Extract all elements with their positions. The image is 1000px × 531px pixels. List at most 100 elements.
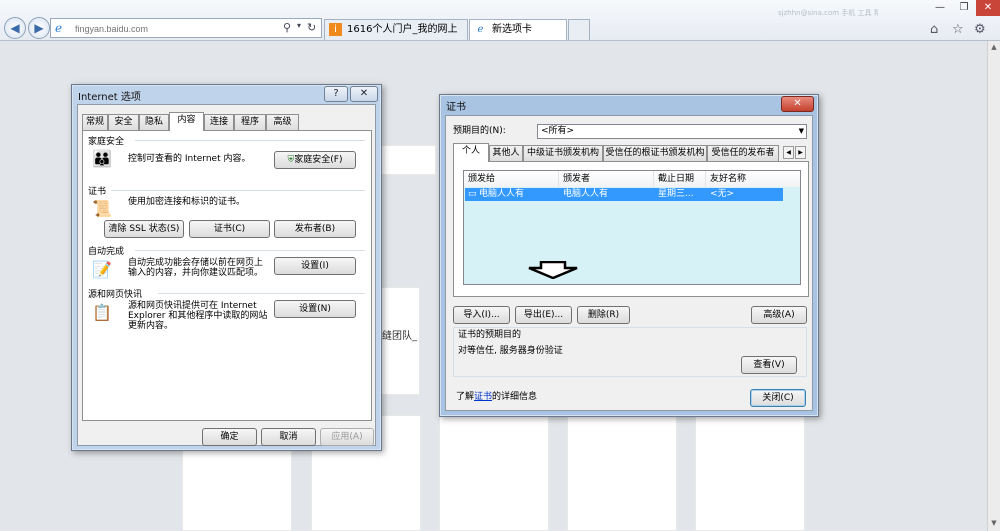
cancel-button[interactable]: 取消 xyxy=(261,428,316,446)
forward-icon[interactable]: ▶ xyxy=(28,17,50,39)
feeds-desc-1: 源和网页快讯提供可在 Internet xyxy=(128,301,257,311)
cell-friendly-name: <无> xyxy=(710,189,735,199)
tab-advanced[interactable]: 高级 xyxy=(266,114,299,130)
cell-issued-by: 电脑人人有 xyxy=(563,189,609,199)
autocomplete-desc-2: 输入的内容，并向你建议匹配项。 xyxy=(128,268,264,278)
dialog-body: 预期目的(N): <所有> ▼ 个人 其他人 中级证书颁发机构 受信任的根证书颁… xyxy=(445,115,813,411)
purpose-select[interactable]: <所有> ▼ xyxy=(537,124,807,139)
column-issued-to[interactable]: 颁发给 xyxy=(464,171,559,187)
family-safety-button-label: 家庭安全(F) xyxy=(294,155,343,165)
page-scrollbar[interactable]: ▲ ▼ xyxy=(987,41,1000,531)
feeds-desc-3: 更新内容。 xyxy=(128,321,174,331)
content-tab-panel: 家庭安全 👪 控制可查看的 Internet 内容。 ⛨家庭安全(F) 证书 📜… xyxy=(82,130,372,421)
tab-security[interactable]: 安全 xyxy=(108,114,139,130)
address-bar[interactable]: ℯ ⚲ ▾ ↻ xyxy=(50,18,322,38)
tab-connections[interactable]: 连接 xyxy=(204,114,234,130)
tab-trusted-root-ca[interactable]: 受信任的根证书颁发机构 xyxy=(603,145,707,161)
family-safety-label: 家庭安全 xyxy=(88,137,125,147)
tab-trusted-publishers[interactable]: 受信任的发布者 xyxy=(707,145,779,161)
gear-icon[interactable]: ⚙ xyxy=(974,22,986,37)
tab-programs[interactable]: 程序 xyxy=(234,114,266,130)
tab-scroll-right-icon[interactable]: ▶ xyxy=(795,146,806,159)
learn-certificates-link[interactable]: 证书 xyxy=(474,392,492,402)
apply-button[interactable]: 应用(A) xyxy=(320,428,374,446)
advanced-button[interactable]: 高级(A) xyxy=(751,306,807,324)
export-button[interactable]: 导出(E)... xyxy=(515,306,572,324)
minimize-button[interactable]: — xyxy=(928,0,952,16)
back-icon[interactable]: ◀ xyxy=(4,17,26,39)
view-button[interactable]: 查看(V) xyxy=(741,356,797,374)
certificates-desc: 使用加密连接和标识的证书。 xyxy=(128,197,246,207)
scroll-down-icon[interactable]: ▼ xyxy=(989,519,999,529)
remove-button[interactable]: 删除(R) xyxy=(577,306,630,324)
dialog-title: Internet 选项 xyxy=(78,92,141,103)
feeds-label: 源和网页快讯 xyxy=(88,290,143,300)
purpose-label: 预期目的(N): xyxy=(453,126,506,136)
group-divider xyxy=(158,293,365,294)
tab-intermediate-ca[interactable]: 中级证书颁发机构 xyxy=(523,145,603,161)
group-divider xyxy=(135,250,365,251)
learn-more-text: 了解证书的详细信息 xyxy=(456,392,537,402)
group-divider xyxy=(135,140,365,141)
search-icon[interactable]: ⚲ xyxy=(283,21,291,34)
internet-options-dialog: Internet 选项 ? ✕ 常规 安全 隐私 内容 连接 程序 高级 家庭安… xyxy=(71,84,382,451)
close-button[interactable]: 关闭(C) xyxy=(750,389,806,407)
purposes-value: 对等信任, 服务器身份验证 xyxy=(458,346,563,356)
autocomplete-desc-1: 自动完成功能会存储以前在网页上 xyxy=(128,258,264,268)
dialog-body: 常规 安全 隐私 内容 连接 程序 高级 家庭安全 👪 控制可查看的 Inter… xyxy=(77,104,376,446)
tab-1616[interactable]: i 1616个人门户_我的网上家园 xyxy=(324,19,468,54)
column-issued-by[interactable]: 颁发者 xyxy=(559,171,654,187)
certificates-button[interactable]: 证书(C) xyxy=(189,220,270,238)
tab-personal[interactable]: 个人 xyxy=(453,143,489,162)
scroll-up-icon[interactable]: ▲ xyxy=(989,43,999,53)
cell-expiry: 星期三... xyxy=(658,189,694,199)
family-safety-button[interactable]: ⛨家庭安全(F) xyxy=(274,151,356,169)
close-window-button[interactable]: ✕ xyxy=(976,0,1000,16)
new-tab-button[interactable] xyxy=(568,19,590,40)
purpose-select-value: <所有> xyxy=(541,126,575,136)
column-friendly-name[interactable]: 友好名称 xyxy=(706,171,800,187)
tab-privacy[interactable]: 隐私 xyxy=(139,114,169,130)
purposes-group-label: 证书的预期目的 xyxy=(458,330,522,340)
autocomplete-settings-button[interactable]: 设置(I) xyxy=(274,257,356,275)
ie-logo-icon: ℯ xyxy=(55,21,63,35)
site-tile[interactable] xyxy=(567,415,677,531)
certificate-row-icon: ▭ xyxy=(468,189,477,199)
tab-content[interactable]: 内容 xyxy=(169,112,204,131)
ok-button[interactable]: 确定 xyxy=(202,428,257,446)
chevron-down-icon[interactable]: ▾ xyxy=(297,21,301,30)
table-row[interactable]: ▭ 电脑人人有 电脑人人有 星期三... <无> xyxy=(465,188,783,201)
purposes-group: 证书的预期目的 对等信任, 服务器身份验证 查看(V) xyxy=(453,327,807,377)
autocomplete-icon: 📝 xyxy=(92,260,112,279)
clear-ssl-button[interactable]: 清除 SSL 状态(S) xyxy=(104,220,184,238)
tab-new[interactable]: ℯ 新选项卡 xyxy=(469,19,567,40)
tab-scroll-left-icon[interactable]: ◀ xyxy=(783,146,794,159)
chevron-down-icon: ▼ xyxy=(798,127,804,135)
tab-general[interactable]: 常规 xyxy=(82,114,108,130)
certificate-list[interactable]: 颁发给 颁发者 截止日期 友好名称 ▭ 电脑人人有 电脑人人有 星期三... <… xyxy=(463,170,801,285)
site-tile[interactable] xyxy=(695,415,805,531)
options-tabs: 常规 安全 隐私 内容 连接 程序 高级 xyxy=(82,112,372,131)
certificate-dialog: 证书 ✕ 预期目的(N): <所有> ▼ 个人 其他人 中级证书颁发机构 受信任… xyxy=(439,94,819,417)
favorites-star-icon[interactable]: ☆ xyxy=(952,22,964,37)
window-controls: — ❐ ✕ xyxy=(928,0,1000,16)
learn-suffix: 的详细信息 xyxy=(492,392,538,402)
site-tile[interactable] xyxy=(439,415,549,531)
user-info: sjzhhn@sina.com 手机 工具 帮助 xyxy=(778,9,878,17)
close-dialog-button[interactable]: ✕ xyxy=(781,96,814,112)
feeds-settings-button[interactable]: 设置(N) xyxy=(274,300,356,318)
restore-button[interactable]: ❐ xyxy=(952,0,976,16)
home-icon[interactable]: ⌂ xyxy=(930,22,938,37)
autocomplete-label: 自动完成 xyxy=(88,247,125,257)
personal-tab-panel: 颁发给 颁发者 截止日期 友好名称 ▭ 电脑人人有 电脑人人有 星期三... <… xyxy=(453,161,809,297)
address-input[interactable] xyxy=(73,21,277,37)
help-button[interactable]: ? xyxy=(324,86,348,102)
tab-other-people[interactable]: 其他人 xyxy=(489,145,523,161)
publishers-button[interactable]: 发布者(B) xyxy=(274,220,356,238)
import-button[interactable]: 导入(I)... xyxy=(453,306,510,324)
cell-issued-to: 电脑人人有 xyxy=(479,189,525,199)
column-expiry[interactable]: 截止日期 xyxy=(654,171,706,187)
close-dialog-button[interactable]: ✕ xyxy=(350,86,378,102)
favicon-icon: i xyxy=(329,23,342,36)
refresh-icon[interactable]: ↻ xyxy=(307,21,316,34)
